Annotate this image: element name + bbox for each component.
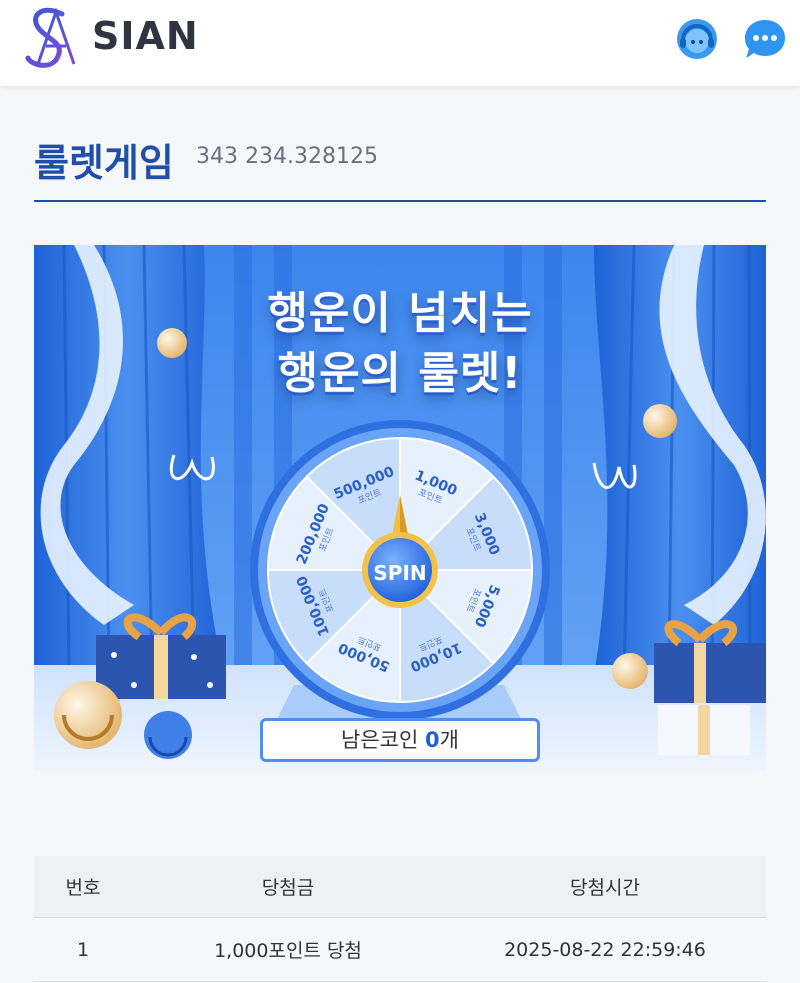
table-row: 1 1,000포인트 당첨 2025-08-22 22:59:46 <box>34 918 766 982</box>
page-subtitle: 343 234.328125 <box>196 144 378 169</box>
cell-prize: 1,000포인트 당첨 <box>214 940 362 962</box>
spin-button-label[interactable]: SPIN <box>373 561 426 585</box>
brand-name[interactable]: SIAN <box>92 14 199 58</box>
prize-history-table: 번호 당첨금 당첨시간 1 1,000포인트 당첨 2025-08-22 22:… <box>34 856 766 982</box>
remaining-coins-label: 남은코인 <box>341 728 419 752</box>
support-headset-icon[interactable] <box>674 16 720 62</box>
header-prize: 당첨금 <box>261 877 315 899</box>
headline-line-1: 행운이 넘치는 <box>267 288 533 339</box>
logo-mark[interactable] <box>22 4 86 70</box>
chat-bubble-icon[interactable] <box>742 16 788 62</box>
page-title-row: 룰렛게임 343 234.328125 <box>34 132 766 202</box>
page-title: 룰렛게임 <box>34 141 174 185</box>
header-time: 당첨시간 <box>570 877 640 899</box>
remaining-coins-value: 0 <box>425 728 440 752</box>
table-header: 번호 당첨금 당첨시간 <box>34 856 766 918</box>
cell-time: 2025-08-22 22:59:46 <box>504 938 706 961</box>
cell-number: 1 <box>76 938 90 961</box>
header-number: 번호 <box>65 877 101 899</box>
top-header: SIAN <box>0 0 800 86</box>
remaining-coins-box: 남은코인 0개 <box>260 718 540 762</box>
headline-line-2: 행운의 룰렛! <box>277 348 523 399</box>
roulette-banner: 1,000 포인트 3,000 포인트 5,000 포인트 10,000 포인트 50,000 포… <box>34 245 766 771</box>
remaining-coins-suffix: 개 <box>439 728 459 752</box>
